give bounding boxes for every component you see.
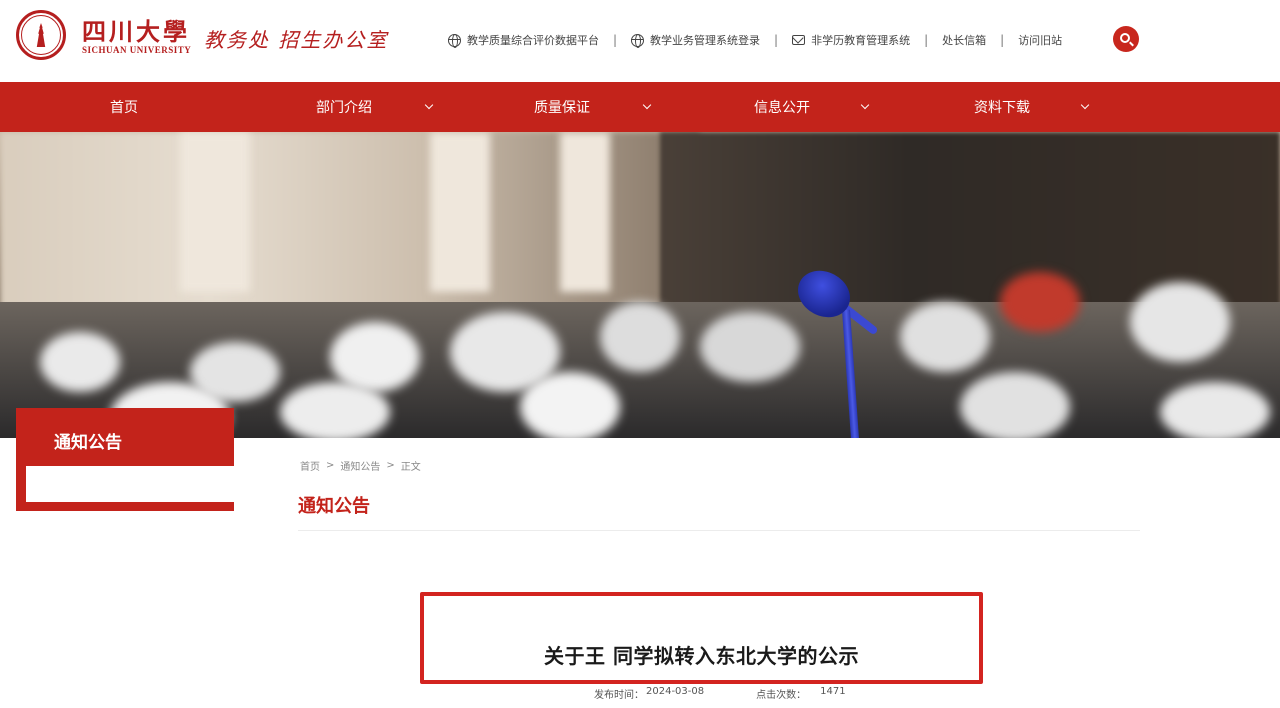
banner-blur	[900, 302, 990, 372]
nav-item-home[interactable]: 首页	[110, 82, 138, 132]
hero-banner-image	[0, 132, 1280, 438]
quality-platform-link[interactable]: 教学质量综合评价数据平台	[448, 32, 599, 48]
main-nav: 首页 部门介绍 质量保证 信息公开 资料下载	[0, 82, 1280, 132]
divider: |	[924, 33, 929, 47]
university-name[interactable]: 四川大學	[82, 12, 190, 47]
breadcrumb: 首页 > 通知公告 > 正文	[300, 458, 427, 473]
search-icon	[1120, 33, 1130, 43]
non-degree-system-link[interactable]: 非学历教育管理系统	[792, 32, 910, 48]
banner-pillar	[430, 132, 490, 292]
views-label: 点击次数：	[756, 690, 807, 701]
banner-blur	[1000, 272, 1080, 332]
article-title: 关于王 同学拟转入东北大学的公示	[544, 644, 859, 668]
old-site-link[interactable]: 访问旧站	[1018, 32, 1062, 48]
breadcrumb-separator: >	[326, 460, 335, 471]
nav-item-quality[interactable]: 质量保证	[534, 82, 652, 132]
banner-blur	[600, 302, 680, 372]
sidebar-panel: 通知公告	[16, 408, 234, 511]
sidebar-title: 通知公告	[54, 433, 122, 453]
chevron-down-icon	[424, 100, 434, 110]
university-name-en: SICHUAN UNIVERSITY	[82, 45, 192, 55]
director-mailbox-link[interactable]: 处长信箱	[942, 32, 986, 48]
publish-date: 2024-03-08	[646, 686, 705, 697]
chevron-down-icon	[860, 100, 870, 110]
banner-blur	[1160, 382, 1270, 438]
banner-blur	[700, 312, 800, 382]
breadcrumb-notices[interactable]: 通知公告	[340, 458, 380, 473]
banner-blur	[960, 372, 1070, 438]
mail-icon	[792, 35, 806, 45]
banner-pillar	[560, 132, 610, 292]
banner-blur	[40, 332, 120, 392]
search-button[interactable]	[1113, 26, 1139, 52]
sidebar-menu-area	[26, 466, 234, 502]
divider: |	[613, 33, 618, 47]
site-header: 四川大學 SICHUAN UNIVERSITY 教务处 招生办公室 教学质量综合…	[0, 0, 1280, 82]
top-links-bar: 教学质量综合评价数据平台 | 教学业务管理系统登录 | 非学历教育管理系统 | …	[448, 30, 1062, 50]
banner-blur	[1130, 282, 1230, 362]
nav-item-downloads[interactable]: 资料下载	[974, 82, 1090, 132]
publish-date-label: 发布时间：	[594, 690, 644, 701]
banner-pillar	[180, 132, 250, 292]
department-name: 教务处 招生办公室	[204, 28, 389, 52]
chevron-down-icon	[1080, 100, 1090, 110]
section-title: 通知公告	[298, 496, 370, 517]
globe-icon	[448, 33, 461, 48]
banner-blur	[520, 372, 620, 438]
divider	[298, 530, 1140, 531]
chevron-down-icon	[642, 100, 652, 110]
banner-blur	[280, 382, 390, 438]
university-seal-logo[interactable]	[16, 10, 66, 60]
views-count: 1471	[820, 686, 846, 697]
nav-item-disclosure[interactable]: 信息公开	[754, 82, 870, 132]
pagoda-icon	[36, 23, 46, 47]
breadcrumb-current: 正文	[400, 462, 421, 473]
highlight-annotation-box	[420, 592, 983, 684]
divider: |	[1000, 33, 1005, 47]
teaching-system-login-link[interactable]: 教学业务管理系统登录	[631, 32, 760, 48]
globe-icon	[631, 33, 645, 48]
article-meta: 发布时间： 2024-03-08 点击次数： 1471	[594, 686, 846, 701]
nav-item-departments[interactable]: 部门介绍	[316, 82, 434, 132]
divider: |	[774, 33, 779, 47]
breadcrumb-separator: >	[386, 460, 395, 471]
breadcrumb-home[interactable]: 首页	[300, 458, 320, 473]
